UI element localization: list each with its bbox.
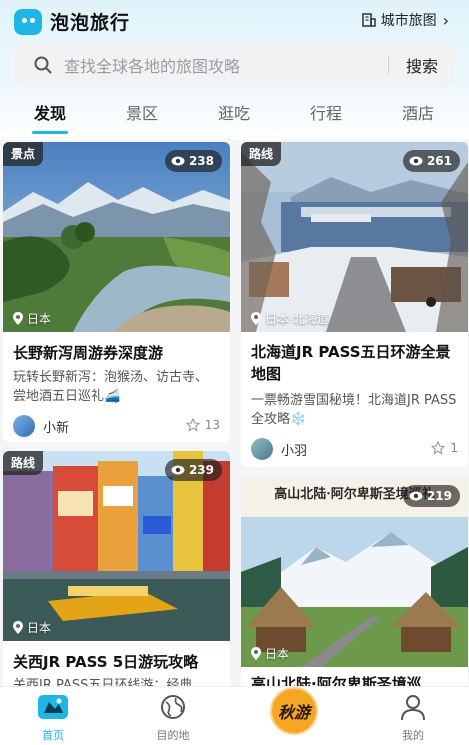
card-description: 玩转长野新泻：泡猴汤、访古寺、尝地酒五日巡礼🚄 xyxy=(13,370,209,404)
city-map-link[interactable]: 城市旅图 › xyxy=(361,10,449,30)
nav-label: 目的地 xyxy=(156,729,190,742)
location-pin-icon xyxy=(251,647,261,660)
view-count: 238 xyxy=(164,150,222,172)
search-bar[interactable]: 查找全球各地的旅图攻略 搜索 xyxy=(14,43,455,87)
tab-discover[interactable]: 发现 xyxy=(20,100,80,124)
view-count-value: 261 xyxy=(426,154,452,168)
location-pin-icon xyxy=(251,312,261,325)
author-name: 小羽 xyxy=(281,443,308,459)
app-root: 泡泡旅行 城市旅图 › 查找全球各地的旅图攻略 搜索 发现 景区 逛吃 行程 酒… xyxy=(0,0,469,745)
bottom-nav: 首页 目的地 秋游 我的 xyxy=(0,686,469,745)
card-title[interactable]: 长野新泻周游券深度游 xyxy=(13,342,222,363)
card-type-badge: 路线 xyxy=(241,142,282,166)
eye-icon xyxy=(171,465,185,475)
view-count: 219 xyxy=(402,485,460,507)
location-pin-icon xyxy=(13,621,23,634)
nav-destination[interactable]: 目的地 xyxy=(138,693,208,743)
guide-card[interactable]: 路线 261 日本·北海道 北海道JR PASS五日环游全景地图 一票畅游雪国秘… xyxy=(241,142,468,467)
card-title[interactable]: 北海道JR PASS五日环游全景地图 xyxy=(251,341,460,385)
nav-label: 秋游 xyxy=(277,703,310,722)
like-count: 1 xyxy=(450,441,458,455)
card-title[interactable]: 关西JR PASS 5日游玩攻略 xyxy=(13,651,222,672)
app-logo-icon xyxy=(14,8,42,35)
chevron-right-icon: › xyxy=(442,10,449,30)
card-location: 日本 xyxy=(13,619,51,636)
like-button[interactable]: 13 xyxy=(185,418,220,432)
card-location: 日本·北海道 xyxy=(251,310,329,327)
category-tabs: 发现 景区 逛吃 行程 酒店 xyxy=(0,97,469,137)
active-tab-indicator xyxy=(32,131,68,134)
location-text: 日本 xyxy=(27,312,52,326)
search-button[interactable]: 搜索 xyxy=(389,53,455,77)
card-type-badge: 景点 xyxy=(3,142,44,166)
guide-card[interactable]: 景点 238 日本 长野新泻周游券深度游 玩转长野新泻：泡猴汤、访古寺、尝地酒五… xyxy=(3,142,230,442)
guide-card[interactable]: 路线 239 日本 关西JR PASS 5日游玩攻略 关西JR PASS五日环线… xyxy=(3,451,230,691)
card-type-badge: 路线 xyxy=(3,451,44,475)
card-location: 日本 xyxy=(13,310,51,327)
card-author[interactable]: 小羽 xyxy=(251,438,307,460)
avatar xyxy=(13,415,35,437)
nav-label: 我的 xyxy=(402,729,424,742)
brand[interactable]: 泡泡旅行 xyxy=(14,8,130,35)
tab-itinerary[interactable]: 行程 xyxy=(296,100,356,124)
nav-home[interactable]: 首页 xyxy=(18,693,88,743)
autumn-trip-icon[interactable]: 秋游 xyxy=(270,687,318,735)
location-pin-icon xyxy=(13,312,23,325)
card-description: 一票畅游雪国秘境！北海道JR PASS全攻略❄️ xyxy=(251,393,457,427)
user-icon xyxy=(401,695,425,721)
city-map-icon xyxy=(361,13,376,27)
tab-hotel[interactable]: 酒店 xyxy=(388,100,448,124)
eye-icon xyxy=(409,491,423,501)
view-count-value: 239 xyxy=(188,463,214,477)
star-icon xyxy=(431,441,446,455)
star-icon xyxy=(185,418,200,432)
search-input[interactable]: 查找全球各地的旅图攻略 xyxy=(64,53,388,77)
card-location: 日本 xyxy=(251,645,289,662)
tab-food[interactable]: 逛吃 xyxy=(204,100,264,124)
card-author[interactable]: 小新 xyxy=(13,415,69,437)
eye-icon xyxy=(409,156,423,166)
avatar xyxy=(251,438,273,460)
city-map-label: 城市旅图 xyxy=(380,13,437,29)
like-button[interactable]: 1 xyxy=(431,441,458,455)
app-name: 泡泡旅行 xyxy=(50,12,131,34)
globe-icon xyxy=(161,695,185,719)
location-text: 日本 xyxy=(27,621,52,635)
author-name: 小新 xyxy=(43,420,70,436)
location-text: 日本·北海道 xyxy=(265,312,329,326)
nav-label: 首页 xyxy=(42,729,64,742)
view-count: 239 xyxy=(164,459,222,481)
tab-scenic[interactable]: 景区 xyxy=(112,100,172,124)
location-text: 日本 xyxy=(265,647,290,661)
search-icon xyxy=(34,56,52,74)
nav-profile[interactable]: 我的 xyxy=(378,693,448,743)
guide-card[interactable]: 高山北陆·阿尔卑斯圣境巡礼 219 日本 高山北陆·阿尔卑斯圣境巡 xyxy=(241,477,468,691)
header: 泡泡旅行 城市旅图 › 查找全球各地的旅图攻略 搜索 发现 景区 逛吃 行程 酒… xyxy=(0,0,469,140)
eye-icon xyxy=(171,156,185,166)
view-count-value: 238 xyxy=(188,154,214,168)
view-count-value: 219 xyxy=(426,489,452,503)
map-home-icon xyxy=(38,695,68,719)
view-count: 261 xyxy=(402,150,460,172)
like-count: 13 xyxy=(204,418,220,432)
